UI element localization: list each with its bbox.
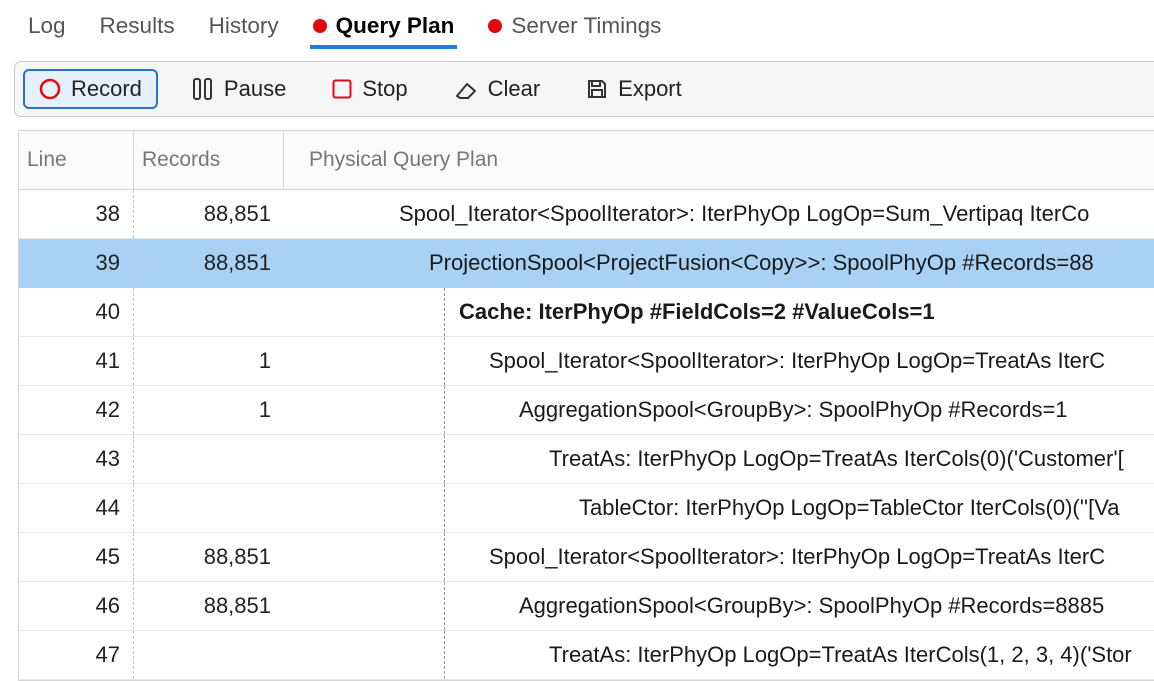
record-icon [39,78,61,100]
cell-records: 1 [134,386,284,434]
column-header-line[interactable]: Line [19,131,134,189]
plan-text: AggregationSpool<GroupBy>: SpoolPhyOp #R… [519,593,1104,619]
stop-icon [332,79,352,99]
table-row[interactable]: 4688,851 AggregationSpool<GroupBy>: Spool… [19,582,1154,631]
tab-server-timings[interactable]: Server Timings [485,8,664,49]
cell-line: 47 [19,631,134,679]
pause-button[interactable]: Pause [180,70,298,108]
recording-dot-icon [313,19,327,33]
tab-history[interactable]: History [206,8,282,49]
eraser-icon [454,78,478,100]
table-row[interactable]: 411 Spool_Iterator<SpoolIterator>: IterPh… [19,337,1154,386]
cell-line: 40 [19,288,134,336]
cell-plan: TableCtor: IterPhyOp LogOp=TableCtor Ite… [284,484,1154,532]
cell-plan: TreatAs: IterPhyOp LogOp=TreatAs IterCol… [284,631,1154,679]
tab-query-plan[interactable]: Query Plan [310,8,458,49]
cell-plan: TreatAs: IterPhyOp LogOp=TreatAs IterCol… [284,435,1154,483]
plan-text: TableCtor: IterPhyOp LogOp=TableCtor Ite… [579,495,1120,521]
plan-text: ProjectionSpool<ProjectFusion<Copy>>: Sp… [429,250,1094,276]
export-button[interactable]: Export [574,70,694,108]
cell-plan: AggregationSpool<GroupBy>: SpoolPhyOp #R… [284,386,1154,434]
tab-log[interactable]: Log [25,8,69,49]
pause-label: Pause [224,76,286,102]
plan-text: TreatAs: IterPhyOp LogOp=TreatAs IterCol… [549,446,1124,472]
plan-text: Cache: IterPhyOp #FieldCols=2 #ValueCols… [459,299,935,325]
cell-line: 41 [19,337,134,385]
tree-guide-line [444,533,445,581]
column-header-records[interactable]: Records [134,131,284,189]
tab-results[interactable]: Results [97,8,178,49]
record-label: Record [71,76,142,102]
save-icon [586,78,608,100]
table-row[interactable]: 47 TreatAs: IterPhyOp LogOp=TreatAs IterC… [19,631,1154,680]
cell-records: 88,851 [134,190,284,238]
cell-line: 44 [19,484,134,532]
cell-records [134,631,284,679]
toolbar: Record Pause Stop Clear Export [14,61,1154,117]
tab-label: Log [28,13,66,39]
cell-records [134,484,284,532]
table-row[interactable]: 3888,851 Spool_Iterator<SpoolIterator>: I… [19,190,1154,239]
cell-records: 1 [134,337,284,385]
table-row[interactable]: 43 TreatAs: IterPhyOp LogOp=TreatAs IterC… [19,435,1154,484]
cell-line: 45 [19,533,134,581]
recording-dot-icon [488,19,502,33]
cell-records: 88,851 [134,533,284,581]
cell-plan: Spool_Iterator<SpoolIterator>: IterPhyOp… [284,190,1154,238]
pause-icon [192,77,214,101]
cell-line: 42 [19,386,134,434]
grid-body: 3888,851Spool_Iterator<SpoolIterator>: I… [19,190,1154,680]
cell-records: 88,851 [134,582,284,630]
plan-text: AggregationSpool<GroupBy>: SpoolPhyOp #R… [519,397,1068,423]
cell-line: 43 [19,435,134,483]
tree-guide-line [444,337,445,385]
query-plan-grid: Line Records Physical Query Plan 3888,85… [18,130,1154,681]
cell-plan: Cache: IterPhyOp #FieldCols=2 #ValueCols… [284,288,1154,336]
plan-text: Spool_Iterator<SpoolIterator>: IterPhyOp… [489,544,1105,570]
cell-plan: Spool_Iterator<SpoolIterator>: IterPhyOp… [284,533,1154,581]
clear-label: Clear [488,76,541,102]
tab-label: Query Plan [336,13,455,39]
cell-records: 88,851 [134,239,284,287]
tree-guide-line [444,288,445,336]
plan-text: Spool_Iterator<SpoolIterator>: IterPhyOp… [489,348,1105,374]
table-row[interactable]: 3988,851 ProjectionSpool<ProjectFusion<Co… [19,239,1154,288]
tab-label: History [209,13,279,39]
plan-text: TreatAs: IterPhyOp LogOp=TreatAs IterCol… [549,642,1132,668]
tree-guide-line [444,582,445,630]
cell-records [134,288,284,336]
tree-guide-line [444,435,445,483]
cell-line: 46 [19,582,134,630]
tab-label: Server Timings [511,13,661,39]
column-header-plan[interactable]: Physical Query Plan [284,131,1154,189]
table-row[interactable]: 4588,851 Spool_Iterator<SpoolIterator>: I… [19,533,1154,582]
cell-plan: Spool_Iterator<SpoolIterator>: IterPhyOp… [284,337,1154,385]
table-row[interactable]: 421 AggregationSpool<GroupBy>: SpoolPhyOp… [19,386,1154,435]
cell-line: 38 [19,190,134,238]
record-button[interactable]: Record [23,69,158,109]
tree-guide-line [444,386,445,434]
clear-button[interactable]: Clear [442,70,553,108]
tree-guide-line [444,484,445,532]
table-row[interactable]: 44 TableCtor: IterPhyOp LogOp=TableCtor I… [19,484,1154,533]
cell-records [134,435,284,483]
cell-plan: ProjectionSpool<ProjectFusion<Copy>>: Sp… [284,239,1154,287]
cell-line: 39 [19,239,134,287]
stop-button[interactable]: Stop [320,70,419,108]
grid-header: Line Records Physical Query Plan [19,131,1154,190]
tabs-bar: Log Results History Query Plan Server Ti… [0,0,1154,54]
cell-plan: AggregationSpool<GroupBy>: SpoolPhyOp #R… [284,582,1154,630]
stop-label: Stop [362,76,407,102]
export-label: Export [618,76,682,102]
plan-text: Spool_Iterator<SpoolIterator>: IterPhyOp… [399,201,1089,227]
table-row[interactable]: 40 Cache: IterPhyOp #FieldCols=2 #ValueCo… [19,288,1154,337]
tab-label: Results [100,13,175,39]
tree-guide-line [444,631,445,679]
